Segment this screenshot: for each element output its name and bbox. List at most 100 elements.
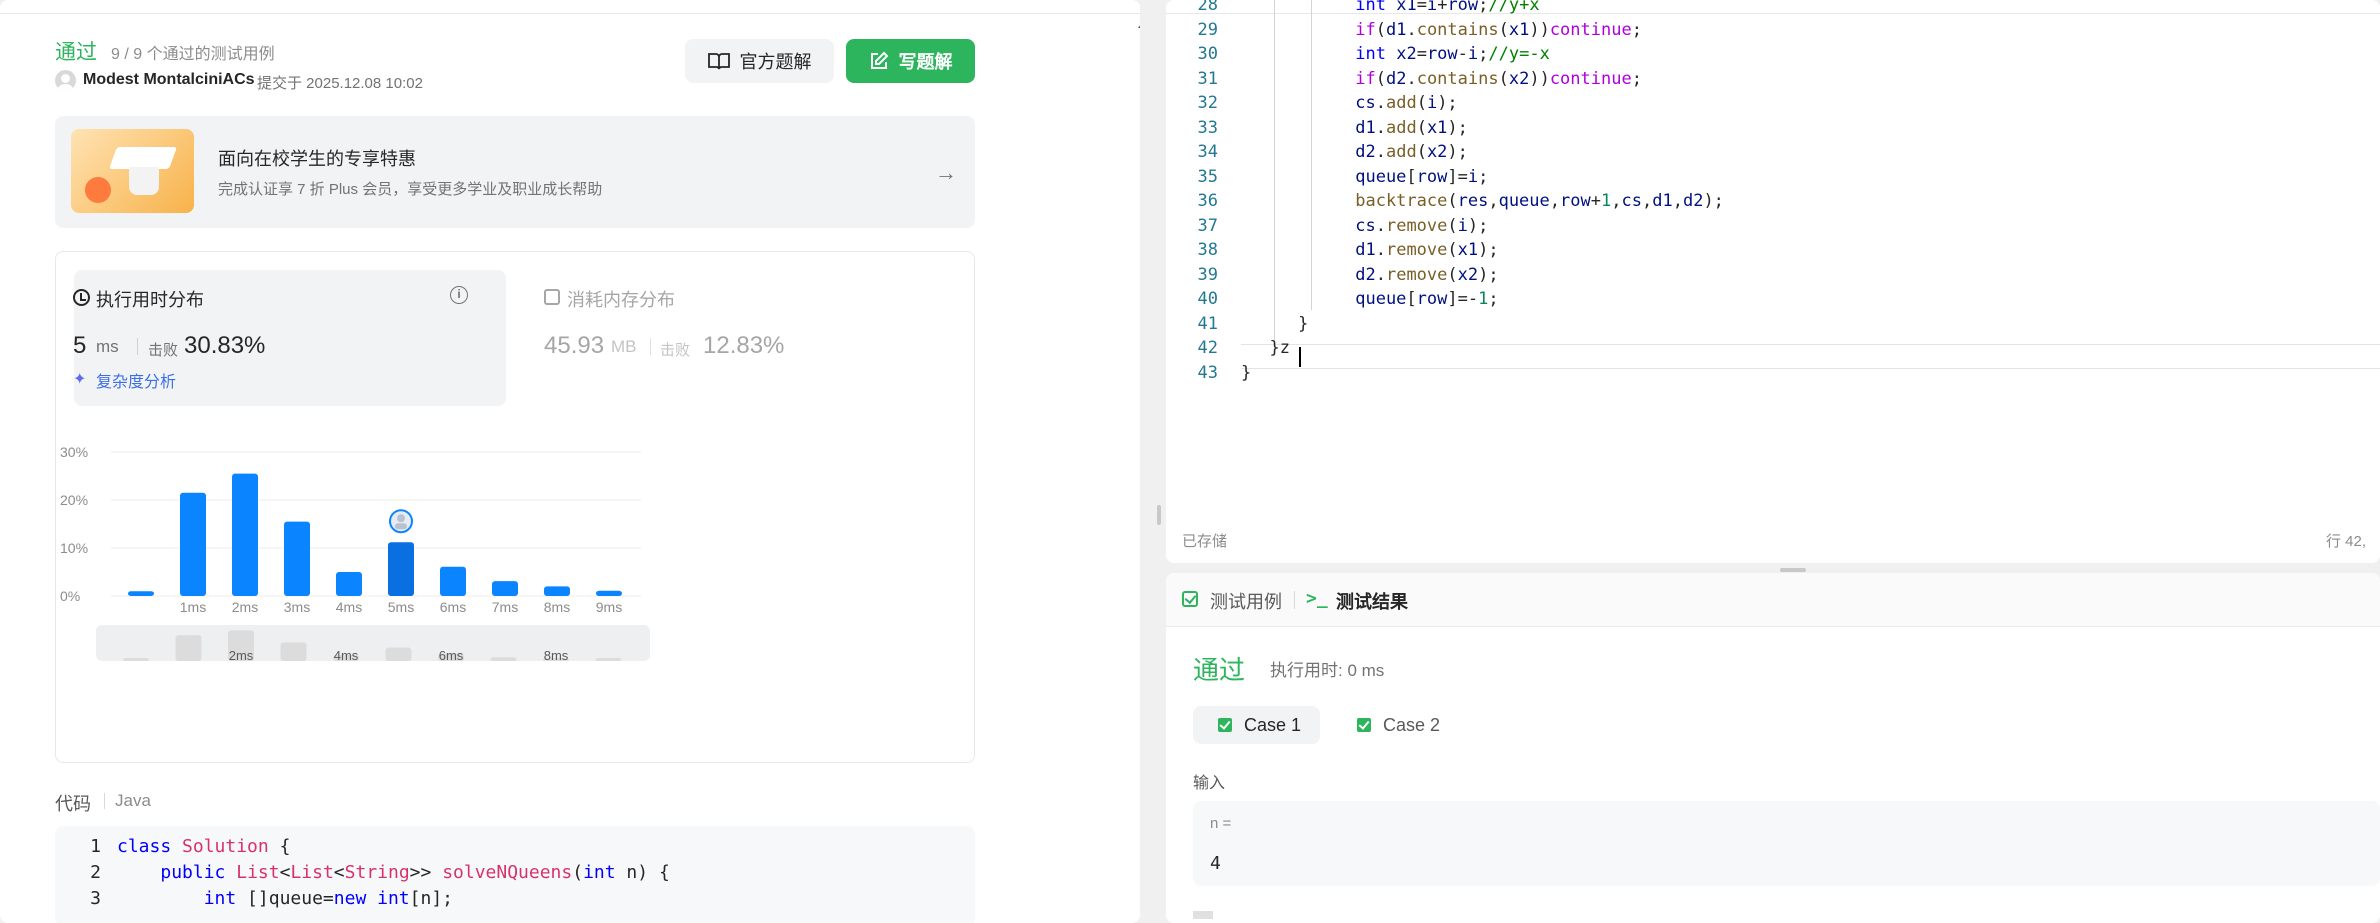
minimap-label: 6ms (439, 648, 464, 663)
editor-header (1166, 0, 2380, 14)
official-solution-button[interactable]: 官方题解 (685, 39, 834, 83)
minimap-bar (280, 642, 307, 661)
minimap-bar (595, 658, 622, 661)
write-solution-label: 写题解 (898, 52, 953, 72)
editor-code-line: if(d1.contains(x1))continue; (1355, 19, 1642, 40)
edit-icon (870, 51, 888, 69)
current-line-highlight (1241, 344, 2380, 369)
x-tick-label: 4ms (336, 599, 362, 615)
chart-bar (128, 591, 154, 596)
chart-bar (284, 521, 310, 596)
checkbox-icon (1182, 591, 1198, 607)
code-section-title: 代码 (55, 794, 91, 814)
editor-code-line: }z (1269, 338, 1291, 358)
results-tab-bar: 测试用例 >_ 测试结果 (1166, 573, 2380, 627)
indent-guide (1274, 0, 1275, 340)
code-editor[interactable]: 已存储 行 42, 28 int x1=i+row;//y+x 29 if(d1.co… (1166, 0, 2380, 563)
app-root: 通过 9 / 9 个通过的测试用例 Modest MontalciniACs 提… (0, 0, 2380, 923)
editor-line-number: 43 (1197, 362, 1218, 383)
code-line: 3 int []queue=new int[n]; (55, 886, 453, 912)
editor-line-number: 30 (1197, 44, 1218, 64)
promo-cap-base (129, 167, 159, 195)
editor-code-line: backtrace(res,queue,row+1,cs,d1,d2); (1355, 191, 1724, 211)
editor-line-number: 35 (1197, 166, 1218, 187)
editor-line-number: 28 (1197, 0, 1218, 15)
chart-bar (180, 492, 206, 596)
code-line: 2 public List<List<String>> solveNQueens… (55, 860, 670, 886)
x-tick-label: 3ms (284, 599, 310, 615)
minimap-bar (123, 658, 149, 661)
promo-subtitle: 完成认证享 7 折 Plus 会员，享受更多学业及职业成长帮助 (218, 181, 603, 198)
graduation-cap-image (71, 129, 194, 213)
line-number: 1 (90, 836, 101, 857)
terminal-icon: >_ (1306, 588, 1328, 609)
promo-banner[interactable]: 面向在校学生的专享特惠 完成认证享 7 折 Plus 会员，享受更多学业及职业成… (55, 116, 975, 228)
code-language: Java (115, 791, 151, 810)
user-marker-head (397, 514, 405, 523)
editor-line-number: 32 (1197, 93, 1218, 113)
code-text: public List<List<String>> solveNQueens(i… (160, 862, 670, 883)
promo-title: 面向在校学生的专享特惠 (218, 149, 416, 169)
book-icon (707, 53, 730, 70)
promo-ball (85, 177, 111, 203)
divider (104, 793, 105, 809)
tab-test-result[interactable]: 测试结果 (1336, 588, 1408, 614)
chart-bar (440, 566, 466, 596)
case-1-label: Case 1 (1244, 714, 1302, 735)
editor-line-number: 37 (1197, 215, 1218, 236)
editor-line-number: 42 (1197, 338, 1218, 358)
editor-line-number: 31 (1197, 68, 1218, 89)
official-solution-label: 官方题解 (739, 52, 812, 72)
submitted-time: 提交于 2025.12.08 10:02 (257, 75, 423, 92)
case-1-tab[interactable]: Case 1 (1193, 706, 1320, 744)
submission-status: 通过 (55, 41, 97, 64)
editor-code-line: d1.add(x1); (1355, 117, 1468, 138)
output-label-partial (1193, 911, 1213, 919)
x-tick-label: 1ms (180, 599, 206, 615)
editor-line-number: 38 (1197, 240, 1218, 260)
code-text: class Solution { (117, 836, 291, 857)
scroll-up-icon[interactable] (1138, 20, 1140, 28)
param-name: n = (1210, 815, 1232, 832)
panel-resize-handle[interactable] (1157, 505, 1161, 525)
editor-code-line: cs.remove(i); (1355, 215, 1489, 236)
case-2-tab[interactable]: Case 2 (1332, 706, 1459, 744)
scrollbar[interactable] (1136, 16, 1140, 923)
code-text: int []queue=new int[n]; (203, 888, 453, 909)
code-line: 1 class Solution { (55, 834, 290, 860)
x-tick-label: 9ms (596, 599, 622, 615)
editor-line-number: 40 (1197, 289, 1218, 309)
y-tick-label: 20% (60, 492, 88, 508)
chart-bar (388, 542, 414, 596)
user-marker-body (395, 523, 407, 530)
arrow-right-icon: → (935, 160, 957, 185)
submission-panel: 通过 9 / 9 个通过的测试用例 Modest MontalciniACs 提… (0, 0, 1140, 923)
tab-testcases[interactable]: 测试用例 (1210, 588, 1282, 614)
testcase-count: 9 / 9 个通过的测试用例 (111, 46, 275, 63)
minimap-label: 4ms (334, 648, 359, 663)
editor-code-line: d1.remove(x1); (1355, 240, 1499, 260)
user-avatar[interactable] (55, 70, 76, 91)
vertical-resize-handle[interactable] (1780, 568, 1806, 572)
input-value-box: n = 4 (1193, 801, 2380, 886)
editor-code-line: d2.remove(x2); (1355, 264, 1499, 285)
editor-code-line: queue[row]=-1; (1355, 289, 1499, 309)
minimap-label: 8ms (544, 648, 569, 663)
editor-code-line: } (1298, 313, 1309, 334)
runtime-distribution-chart[interactable]: 0% 10% 20% 30% 1ms 2ms 3ms 4ms 5ms 6ms 7ms 8ms 9ms 2m… (56, 252, 976, 764)
username[interactable]: Modest MontalciniACs (83, 71, 255, 89)
chart-bar (232, 473, 258, 596)
check-icon (1218, 718, 1232, 732)
chart-bar (336, 572, 362, 596)
test-results-panel: 测试用例 >_ 测试结果 通过 执行用时: 0 ms Case 1 Case 2… (1166, 573, 2380, 923)
promo-cap-top (108, 147, 178, 169)
x-tick-label: 7ms (492, 599, 518, 615)
write-solution-button[interactable]: 写题解 (846, 39, 975, 83)
editor-line-number: 41 (1197, 313, 1218, 334)
chart-bar (596, 590, 622, 596)
performance-card: 执行用时分布 i 5 ms 击败 30.83% ✦ 复杂度分析 消耗内存分布 4… (55, 251, 975, 763)
editor-line-number: 33 (1197, 117, 1218, 138)
panel-header (0, 0, 1140, 14)
line-number: 3 (90, 888, 101, 909)
workspace-panel: 已存储 行 42, 28 int x1=i+row;//y+x 29 if(d1.co… (1166, 0, 2380, 923)
